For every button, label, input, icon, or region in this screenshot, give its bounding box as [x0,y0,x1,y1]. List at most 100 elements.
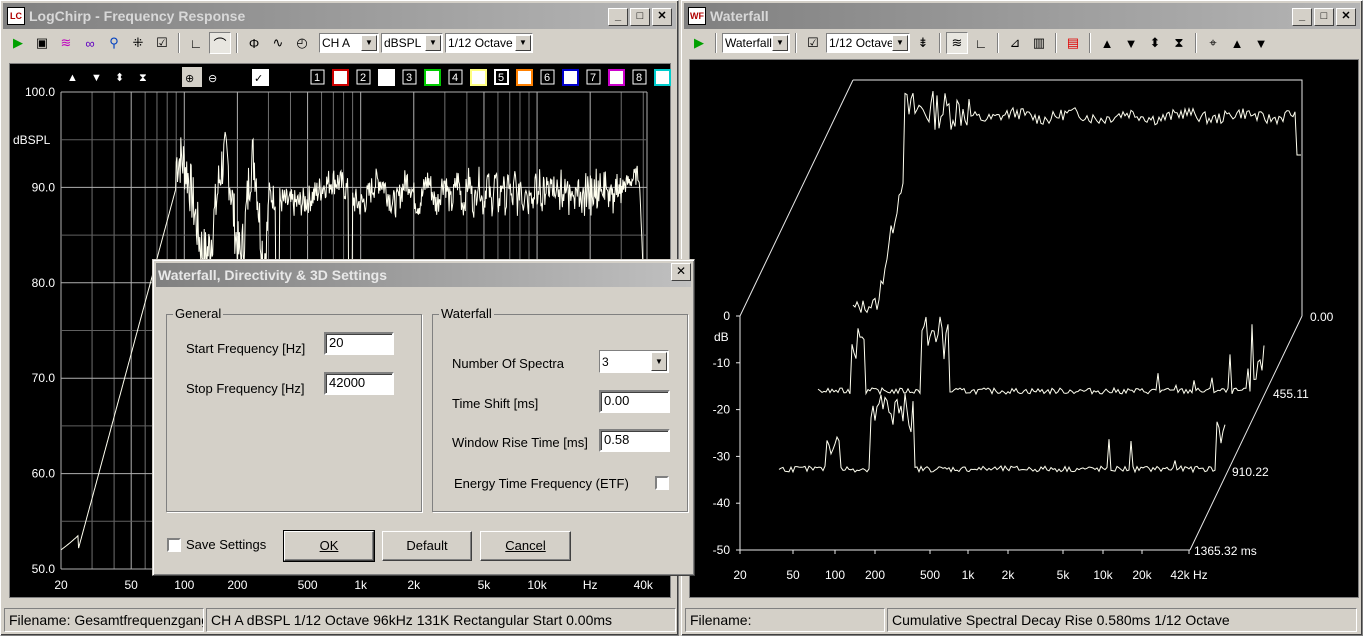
save-settings-label[interactable]: Save Settings [186,537,266,552]
etf-label: Energy Time Frequency (ETF) [454,476,629,491]
waterfall-chart: 0 -10 -20 -30 -40 -50 20 50 100 200 500 1k 2k 5k 10k 2… [713,79,1334,582]
y-tick-label: -40 [713,496,731,510]
scroll-down-icon[interactable]: ▼ [1120,32,1142,54]
x-tick-label: 500 [298,578,318,592]
x-tick-label: 20 [733,568,747,582]
trace-color-swatch[interactable] [608,69,625,86]
spectrum-icon[interactable]: ≋ [55,32,77,54]
y-axis-label: dBSPL [13,133,51,147]
y-tick-label: 60.0 [32,467,56,481]
time-shift-field[interactable]: 0.00 [599,390,670,413]
scroll-up-icon: ▲ [67,72,78,84]
number-of-spectra-select[interactable]: 3 ▼ [599,350,669,373]
x-tick-label: 42k Hz [1170,568,1207,582]
clock-icon[interactable]: ◴ [291,32,313,54]
y-tick-label: 100.0 [25,85,55,99]
compress-icon: ⧗ [139,72,147,84]
number-of-spectra-label: Number Of Spectra [452,356,564,371]
time-axis-label: 1365.32 ms [1194,544,1257,558]
dialog-title[interactable]: Waterfall, Directivity & 3D Settings [156,263,691,287]
waterfall-plot[interactable]: 0 -10 -20 -30 -40 -50 20 50 100 200 500 1k 2k 5k 10k 2… [689,59,1359,598]
save-settings-checkbox[interactable] [167,538,181,552]
close-button[interactable]: ✕ [671,263,691,281]
rotate-up-icon[interactable]: ▲ [1226,32,1248,54]
axis-icon[interactable]: ∟ [970,32,992,54]
y-tick-label: -50 [713,543,731,557]
mode-select[interactable]: Waterfall ▼ [722,33,790,53]
minimize-button[interactable]: _ [608,8,628,26]
maximize-button[interactable]: □ [630,8,650,26]
rotate-down-icon[interactable]: ▼ [1250,32,1272,54]
probe-icon[interactable]: ⚲ [103,32,125,54]
zoom-out-icon: ⊖ [208,73,217,85]
start-frequency-label: Start Frequency [Hz] [186,341,306,356]
cancel-button[interactable]: Cancel [480,531,571,561]
loop-icon[interactable]: ∞ [79,32,101,54]
compress-icon[interactable]: ⧗ [1168,32,1190,54]
toolbar-separator [939,33,941,53]
x-tick-label: 5k [478,578,492,592]
trace-color-swatch[interactable] [562,69,579,86]
filter-icon[interactable]: ∿ [267,32,289,54]
trace-color-swatch[interactable] [378,69,395,86]
curve-icon[interactable]: ⌒ [209,32,231,54]
app-icon: LC [7,7,25,25]
x-tick-label: 2k [407,578,421,592]
smoothing-select[interactable]: 1/12 Octave ▼ [826,33,910,53]
trace-color-swatch[interactable] [516,69,533,86]
slice-icon[interactable]: ⊿ [1004,32,1026,54]
grid-icon[interactable]: ⁜ [127,32,149,54]
close-button[interactable]: ✕ [652,8,672,26]
etf-checkbox[interactable] [655,476,669,490]
units-select[interactable]: dBSPL ▼ [381,33,443,53]
stop-frequency-field[interactable]: 42000 [324,372,394,395]
checklist-icon[interactable]: ☑ [802,32,824,54]
toolbar-separator [1089,33,1091,53]
spectrum-slice [852,91,1301,314]
trace-number: 8 [636,72,642,84]
bars-icon[interactable]: ▥ [1028,32,1050,54]
toolbar-separator [795,33,797,53]
title-bar[interactable]: WF Waterfall _ □ ✕ [684,3,1360,29]
chevron-down-icon: ▼ [651,352,667,371]
trace-color-swatch[interactable] [332,69,349,86]
x-tick-label: Hz [583,578,598,592]
window-rise-time-field[interactable]: 0.58 [599,429,670,452]
group-label: General [173,306,224,321]
axis-icon[interactable]: ∟ [185,32,207,54]
x-tick-label: 40k [634,578,654,592]
start-frequency-field[interactable]: 20 [324,332,394,355]
trace-color-swatch[interactable] [654,69,671,86]
plot-controls: ▲ ▼ ⬍ ⧗ ⊕ ⊖ ✓ [67,67,269,87]
y-tick-label: 70.0 [32,371,56,385]
scroll-up-icon[interactable]: ▲ [1096,32,1118,54]
trace-number: 2 [360,72,366,84]
crosshair-icon[interactable]: ⌖ [1202,32,1224,54]
color-map-icon[interactable]: ▤ [1062,32,1084,54]
toolbar: ▶ ▣ ≋ ∞ ⚲ ⁜ ☑ ∟ ⌒ Φ ∿ ◴ CH A ▼ dBSPL ▼ 1/1… [3,30,676,56]
x-tick-label: 20k [1132,568,1152,582]
checklist-icon[interactable]: ☑ [151,32,173,54]
x-tick-label: 200 [227,578,247,592]
ok-button[interactable]: OK [283,530,375,562]
play-icon[interactable]: ▶ [688,32,710,54]
minimize-button[interactable]: _ [1292,8,1312,26]
play-icon[interactable]: ▶ [7,32,29,54]
title-bar[interactable]: LC LogChirp - Frequency Response _ □ ✕ [3,3,676,29]
waterfall-icon[interactable]: ≋ [946,32,968,54]
maximize-button[interactable]: □ [1314,8,1334,26]
default-button[interactable]: Default [382,531,472,561]
close-button[interactable]: ✕ [1336,8,1356,26]
trace-color-swatch[interactable] [424,69,441,86]
expand-icon[interactable]: ⬍ [1144,32,1166,54]
chevron-down-icon: ▼ [515,35,531,51]
toolbar-separator [997,33,999,53]
save-icon[interactable]: ▣ [31,32,53,54]
y-tick-label: -30 [713,449,731,463]
smoothing-select[interactable]: 1/12 Octave ▼ [445,33,533,53]
arrange-icon[interactable]: ⇟ [912,32,934,54]
phase-icon[interactable]: Φ [243,32,265,54]
channel-select[interactable]: CH A ▼ [319,33,379,53]
trace-color-swatch[interactable] [470,69,487,86]
general-group: General Start Frequency [Hz] 20 Stop Fre… [166,306,422,512]
